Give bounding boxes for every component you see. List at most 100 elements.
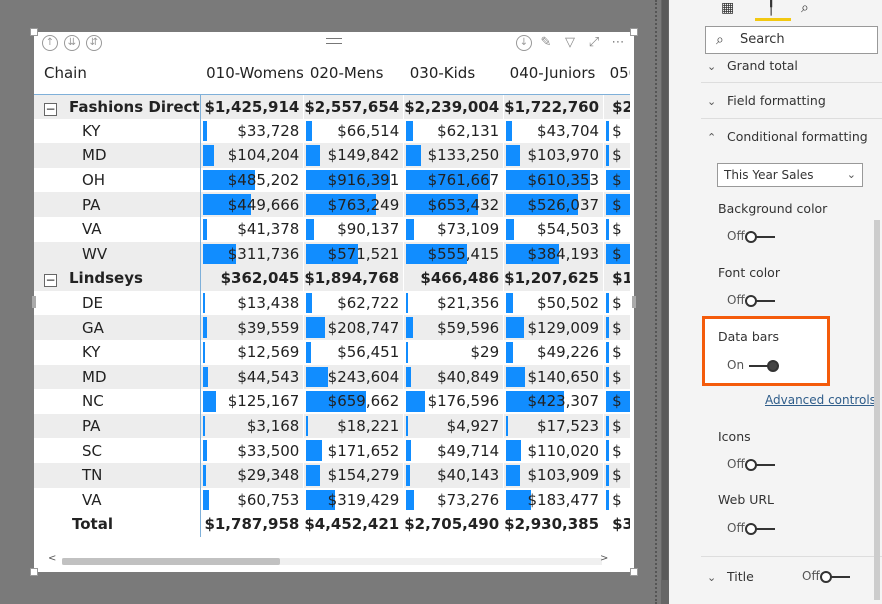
value-cell[interactable]: $13,438 <box>199 290 304 316</box>
row-label[interactable]: − Fashions Direct <box>34 94 201 119</box>
value-cell[interactable]: $ <box>603 339 630 365</box>
drill-mode-icon[interactable]: ↓ <box>516 35 532 51</box>
value-cell[interactable]: $ <box>603 438 630 463</box>
advanced-controls-link[interactable]: Advanced controls <box>765 393 876 407</box>
value-cell[interactable]: $466,486 <box>403 266 504 291</box>
value-cell[interactable]: $ <box>603 413 630 439</box>
value-cell[interactable]: $73,109 <box>403 216 504 242</box>
value-cell[interactable]: $526,037 <box>503 192 604 217</box>
column-header-050-[interactable]: 050- <box>603 54 630 95</box>
value-cell[interactable]: $ <box>603 192 630 217</box>
row-label[interactable]: PA <box>34 192 201 217</box>
value-cell[interactable]: $18,221 <box>303 413 404 439</box>
value-cell[interactable]: $362,045 <box>199 266 304 291</box>
row-label[interactable]: GA <box>34 315 201 340</box>
row-label[interactable]: PA <box>34 413 201 439</box>
value-cell[interactable]: $763,249 <box>303 192 404 217</box>
value-cell[interactable]: $384,193 <box>503 241 604 267</box>
value-cell[interactable]: $ <box>603 462 630 488</box>
value-cell[interactable]: $485,202 <box>199 167 304 193</box>
scroll-right-icon[interactable]: > <box>600 553 608 564</box>
row-label[interactable]: KY <box>34 340 200 365</box>
data-bars-toggle[interactable]: On <box>727 358 779 372</box>
drag-grip-icon[interactable] <box>326 38 342 44</box>
value-cell[interactable]: $2,1 <box>603 94 630 119</box>
value-cell[interactable]: $761,667 <box>403 167 504 193</box>
value-cell[interactable]: $12,569 <box>199 339 304 365</box>
canvas-vertical-scrollbar[interactable] <box>661 0 669 604</box>
row-label[interactable]: MD <box>34 143 201 168</box>
value-cell[interactable]: $90,137 <box>303 216 404 242</box>
value-cell[interactable]: $21,356 <box>403 290 504 316</box>
value-cell[interactable]: $171,652 <box>303 438 404 463</box>
fields-tab-icon[interactable]: ▦ <box>721 0 734 16</box>
value-cell[interactable]: $40,849 <box>403 364 504 390</box>
value-cell[interactable]: $49,226 <box>503 339 604 365</box>
row-label[interactable]: SC <box>34 438 200 463</box>
value-cell[interactable]: $56,451 <box>303 339 404 365</box>
column-header-010-womens[interactable]: 010-Womens <box>200 54 304 95</box>
value-cell[interactable]: $41,378 <box>199 216 304 242</box>
value-cell[interactable]: $66,514 <box>303 118 404 144</box>
value-cell[interactable]: $423,307 <box>503 389 604 414</box>
value-cell[interactable]: $133,250 <box>403 143 504 168</box>
value-cell[interactable]: $125,167 <box>199 389 304 414</box>
value-cell[interactable]: $40,143 <box>403 462 504 488</box>
row-label[interactable]: KY <box>34 119 200 144</box>
column-header-040-juniors[interactable]: 040-Juniors <box>503 54 604 95</box>
value-cell[interactable]: $39,559 <box>199 315 304 340</box>
value-cell[interactable]: $44,543 <box>199 364 304 390</box>
icons-toggle[interactable]: Off <box>727 457 775 471</box>
focus-mode-icon[interactable]: ⤢ <box>586 35 602 51</box>
row-label[interactable]: MD <box>34 364 201 390</box>
value-cell[interactable]: $ <box>603 143 630 168</box>
value-cell[interactable]: $59,596 <box>403 315 504 340</box>
value-cell[interactable]: $73,276 <box>403 487 504 513</box>
title-toggle[interactable]: Off <box>802 569 850 583</box>
value-cell[interactable]: $ <box>603 389 630 414</box>
value-cell[interactable]: $17,523 <box>503 413 604 439</box>
value-cell[interactable]: $29,348 <box>199 462 304 488</box>
value-cell[interactable]: $110,020 <box>503 438 604 463</box>
value-cell[interactable]: $1,3 <box>603 266 630 291</box>
filter-icon[interactable]: ▽ <box>562 35 578 51</box>
value-cell[interactable]: $1,425,914 <box>199 94 304 119</box>
value-cell[interactable]: $2,239,004 <box>403 94 504 119</box>
field-dropdown[interactable]: This Year Sales ⌄ <box>717 163 863 187</box>
value-cell[interactable]: $659,662 <box>303 389 404 414</box>
collapse-icon[interactable]: − <box>44 102 57 116</box>
background-color-toggle[interactable]: Off <box>727 229 775 243</box>
value-cell[interactable]: $60,753 <box>199 487 304 513</box>
value-cell[interactable]: $ <box>603 290 630 316</box>
value-cell[interactable]: $2,930,385 <box>503 512 604 537</box>
value-cell[interactable]: $33,728 <box>199 118 304 144</box>
value-cell[interactable]: $129,009 <box>503 315 604 340</box>
value-cell[interactable]: $154,279 <box>303 462 404 488</box>
value-cell[interactable]: $ <box>603 118 630 144</box>
value-cell[interactable]: $1,787,958 <box>199 512 304 537</box>
value-cell[interactable]: $149,842 <box>303 143 404 168</box>
section-conditional-formatting[interactable]: ⌃ Conditional formatting <box>707 129 868 144</box>
value-cell[interactable]: $ <box>603 364 630 390</box>
pin-icon[interactable]: ✎ <box>538 35 554 51</box>
scroll-thumb[interactable] <box>62 558 280 565</box>
value-cell[interactable]: $4,452,421 <box>303 512 404 537</box>
value-cell[interactable]: $311,736 <box>199 241 304 267</box>
value-cell[interactable]: $29 <box>403 339 504 365</box>
value-cell[interactable]: $43,704 <box>503 118 604 144</box>
row-label[interactable]: VA <box>34 217 200 242</box>
value-cell[interactable]: $62,722 <box>303 290 404 316</box>
section-grand-total[interactable]: ⌄ Grand total <box>707 58 798 73</box>
value-cell[interactable]: $2,705,490 <box>403 512 504 537</box>
format-paint-roller-icon[interactable]: ╿ <box>767 0 775 16</box>
row-label[interactable]: − Lindseys <box>34 266 201 291</box>
row-label[interactable]: DE <box>34 291 200 316</box>
format-search-input[interactable]: ⌕ Search <box>705 26 878 54</box>
canvas-scroll-thumb[interactable] <box>662 0 668 580</box>
value-cell[interactable]: $1,207,625 <box>503 266 604 291</box>
column-header-020-mens[interactable]: 020-Mens <box>303 54 404 95</box>
value-cell[interactable]: $ <box>603 315 630 340</box>
value-cell[interactable]: $3,5 <box>603 512 630 537</box>
value-cell[interactable]: $916,391 <box>303 167 404 193</box>
web-url-toggle[interactable]: Off <box>727 521 775 535</box>
